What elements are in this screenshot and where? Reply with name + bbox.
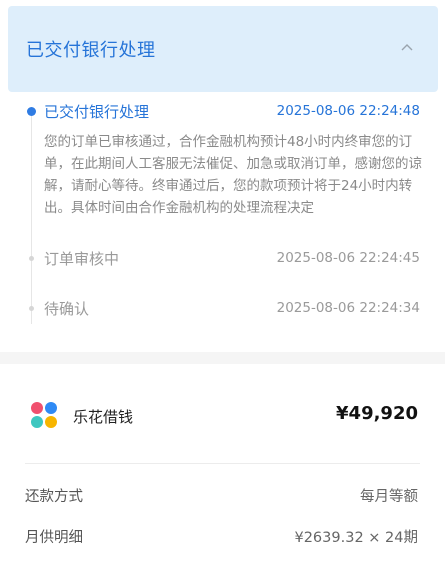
monthly-payment-label: 月供明细 bbox=[25, 530, 83, 546]
timeline-step-label: 已交付银行处理 bbox=[44, 103, 150, 121]
loan-product-name: 乐花借钱 bbox=[73, 408, 134, 426]
timeline-step-label: 订单审核中 bbox=[44, 250, 120, 268]
status-header[interactable]: 已交付银行处理 bbox=[8, 6, 438, 92]
repayment-method-value: 每月等额 bbox=[360, 489, 418, 505]
timeline-line bbox=[31, 114, 32, 324]
timeline-step-time: 2025-08-06 22:24:48 bbox=[276, 103, 420, 119]
divider bbox=[25, 463, 420, 464]
chevron-up-icon[interactable] bbox=[398, 39, 416, 57]
timeline-dot-active bbox=[27, 107, 36, 116]
timeline-dot bbox=[29, 256, 34, 261]
timeline-step-label: 待确认 bbox=[44, 300, 90, 318]
timeline-step-time: 2025-08-06 22:24:34 bbox=[276, 300, 420, 316]
section-divider bbox=[0, 352, 445, 364]
status-timeline: 已交付银行处理 2025-08-06 22:24:48 您的订单已审核通过，合作… bbox=[0, 92, 445, 340]
timeline-step-description: 您的订单已审核通过，合作金融机构预计48小时内终审您的订单，在此期间人工客服无法… bbox=[44, 134, 422, 216]
monthly-payment-value: ¥2639.32 × 24期 bbox=[294, 530, 418, 546]
timeline-step-time: 2025-08-06 22:24:45 bbox=[276, 250, 420, 266]
timeline-dot bbox=[29, 306, 34, 311]
lehua-logo-icon bbox=[31, 402, 57, 428]
status-title: 已交付银行处理 bbox=[26, 40, 156, 61]
loan-amount: ¥49,920 bbox=[336, 403, 418, 424]
repayment-method-label: 还款方式 bbox=[25, 489, 83, 505]
